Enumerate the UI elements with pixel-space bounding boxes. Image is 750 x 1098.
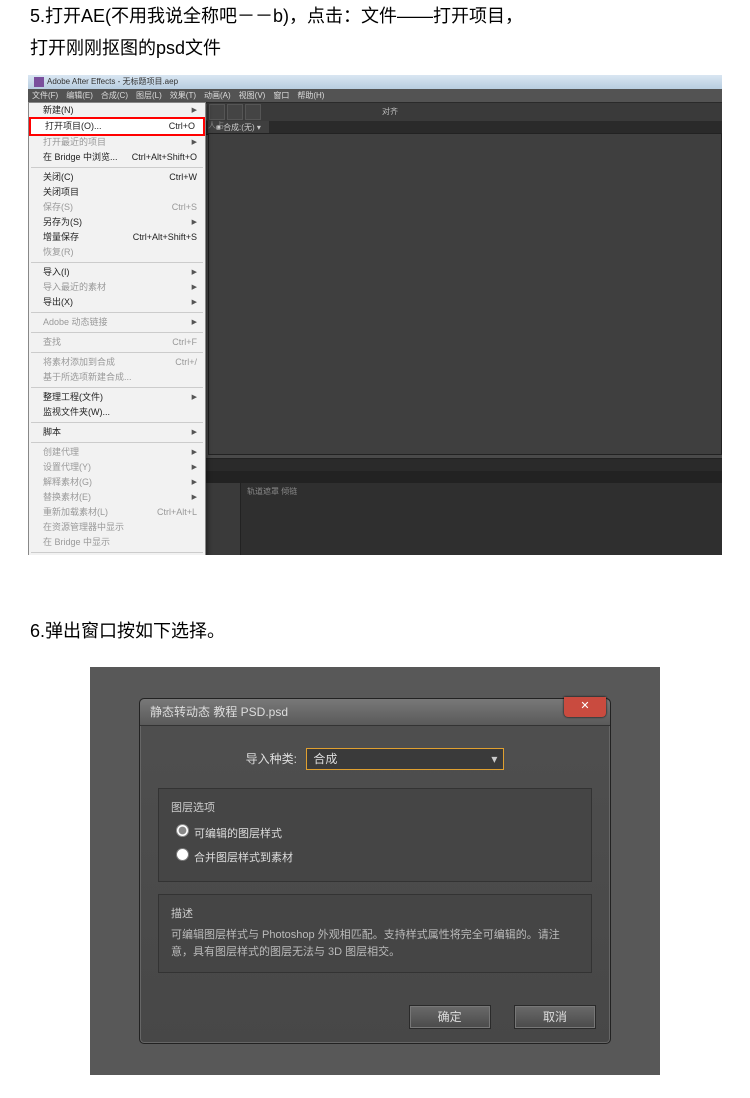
toolbar-align: 对齐 [382,106,398,117]
menu-import-recent[interactable]: 导入最近的素材▶ [29,280,205,295]
import-kind-label: 导入种类: [246,752,297,766]
ae-window: Adobe After Effects - 无标题项目.aep 文件(F)编辑(… [28,75,722,555]
ae-title: Adobe After Effects - 无标题项目.aep [47,75,178,89]
menu-view[interactable]: 视图(V) [235,89,270,102]
menu-incr-save[interactable]: 增量保存Ctrl+Alt+Shift+S [29,230,205,245]
menu-anim[interactable]: 动画(A) [200,89,235,102]
import-dialog: ✕ 静态转动态 教程 PSD.psd 导入种类: 合成 图层选项 可编辑的图层样… [139,698,611,1044]
menu-new[interactable]: 新建(N)▶ [29,103,205,118]
menu-close-project[interactable]: 关闭项目 [29,185,205,200]
ae-app-icon [34,77,44,87]
timeline-tracks[interactable]: 轨道遮罩 倾链 [241,483,722,555]
step6-text: 6.弹出窗口按如下选择。 [30,615,720,647]
menu-revert[interactable]: 恢复(R) [29,245,205,260]
menu-create-proxy[interactable]: 创建代理▶ [29,445,205,460]
menu-help[interactable]: 帮助(H) [293,89,328,102]
menu-import[interactable]: 导入(I)▶ [29,265,205,280]
dialog-background: ✕ 静态转动态 教程 PSD.psd 导入种类: 合成 图层选项 可编辑的图层样… [90,667,660,1075]
tool-12[interactable] [227,104,243,120]
radio-merge-input[interactable] [176,848,189,861]
import-kind-select[interactable]: 合成 [306,748,504,770]
dialog-title: 静态转动态 教程 PSD.psd [140,699,610,726]
menu-replace[interactable]: 替换素材(E)▶ [29,490,205,505]
menu-layer[interactable]: 图层(L) [132,89,166,102]
menu-save-as[interactable]: 另存为(S)▶ [29,215,205,230]
step5-line2: 打开刚刚抠图的psd文件 [30,32,720,64]
menu-dependencies[interactable]: 整理工程(文件)▶ [29,390,205,405]
ae-viewport [208,133,722,455]
tool-11[interactable] [209,104,225,120]
menu-save[interactable]: 保存(S)Ctrl+S [29,200,205,215]
ae-titlebar: Adobe After Effects - 无标题项目.aep [28,75,722,89]
menu-close[interactable]: 关闭(C)Ctrl+W [29,170,205,185]
radio-editable-styles[interactable]: 可编辑的图层样式 [171,821,579,841]
menu-open-recent[interactable]: 打开最近的项目▶ [29,135,205,150]
menu-file[interactable]: 文件(F) [28,89,62,102]
menu-comp[interactable]: 合成(C) [97,89,132,102]
menu-set-proxy[interactable]: 设置代理(Y)▶ [29,460,205,475]
ok-button[interactable]: 确定 [409,1005,491,1029]
file-dropdown: 新建(N)▶ 打开项目(O)...Ctrl+O 打开最近的项目▶ 在 Bridg… [28,102,206,555]
menu-browse-bridge[interactable]: 在 Bridge 中浏览...Ctrl+Alt+Shift+O [29,150,205,165]
menu-reload[interactable]: 重新加载素材(L)Ctrl+Alt+L [29,505,205,520]
tool-13[interactable] [245,104,261,120]
menu-effect[interactable]: 效果(T) [166,89,200,102]
layer-options-group: 图层选项 可编辑的图层样式 合并图层样式到素材 [158,788,592,882]
menu-open-project[interactable]: 打开项目(O)...Ctrl+O [31,119,203,134]
cancel-button[interactable]: 取消 [514,1005,596,1029]
desc-title: 描述 [171,905,579,921]
menu-watch-folder[interactable]: 监视文件夹(W)... [29,405,205,420]
menu-scripts[interactable]: 脚本▶ [29,425,205,440]
radio-merge-styles[interactable]: 合并图层样式到素材 [171,845,579,865]
description-group: 描述 可编辑图层样式与 Photoshop 外观相匹配。支持样式属性将完全可编辑… [158,894,592,973]
step5-line1: 5.打开AE(不用我说全称吧－－b)，点击：文件——打开项目， [30,0,720,32]
menu-dynamic-link[interactable]: Adobe 动态链接▶ [29,315,205,330]
layer-options-title: 图层选项 [171,799,579,815]
menu-new-comp-sel[interactable]: 基于所选项新建合成... [29,370,205,385]
ae-menubar[interactable]: 文件(F)编辑(E)合成(C)图层(L)效果(T)动画(A)视图(V)窗口帮助(… [28,89,722,103]
menu-export[interactable]: 导出(X)▶ [29,295,205,310]
radio-editable-input[interactable] [176,824,189,837]
menu-window[interactable]: 窗口 [269,89,293,102]
menu-edit[interactable]: 编辑(E) [62,89,97,102]
menu-reveal-bridge[interactable]: 在 Bridge 中显示 [29,535,205,550]
menu-find[interactable]: 查找Ctrl+F [29,335,205,350]
menu-add-to-comp[interactable]: 将素材添加到合成Ctrl+/ [29,355,205,370]
project-placeholder: 人占 [208,120,224,131]
menu-reveal-explorer[interactable]: 在资源管理器中显示 [29,520,205,535]
desc-text: 可编辑图层样式与 Photoshop 外观相匹配。支持样式属性将完全可编辑的。请… [171,927,579,960]
dialog-close-button[interactable]: ✕ [564,697,606,717]
menu-interpret[interactable]: 解释素材(G)▶ [29,475,205,490]
